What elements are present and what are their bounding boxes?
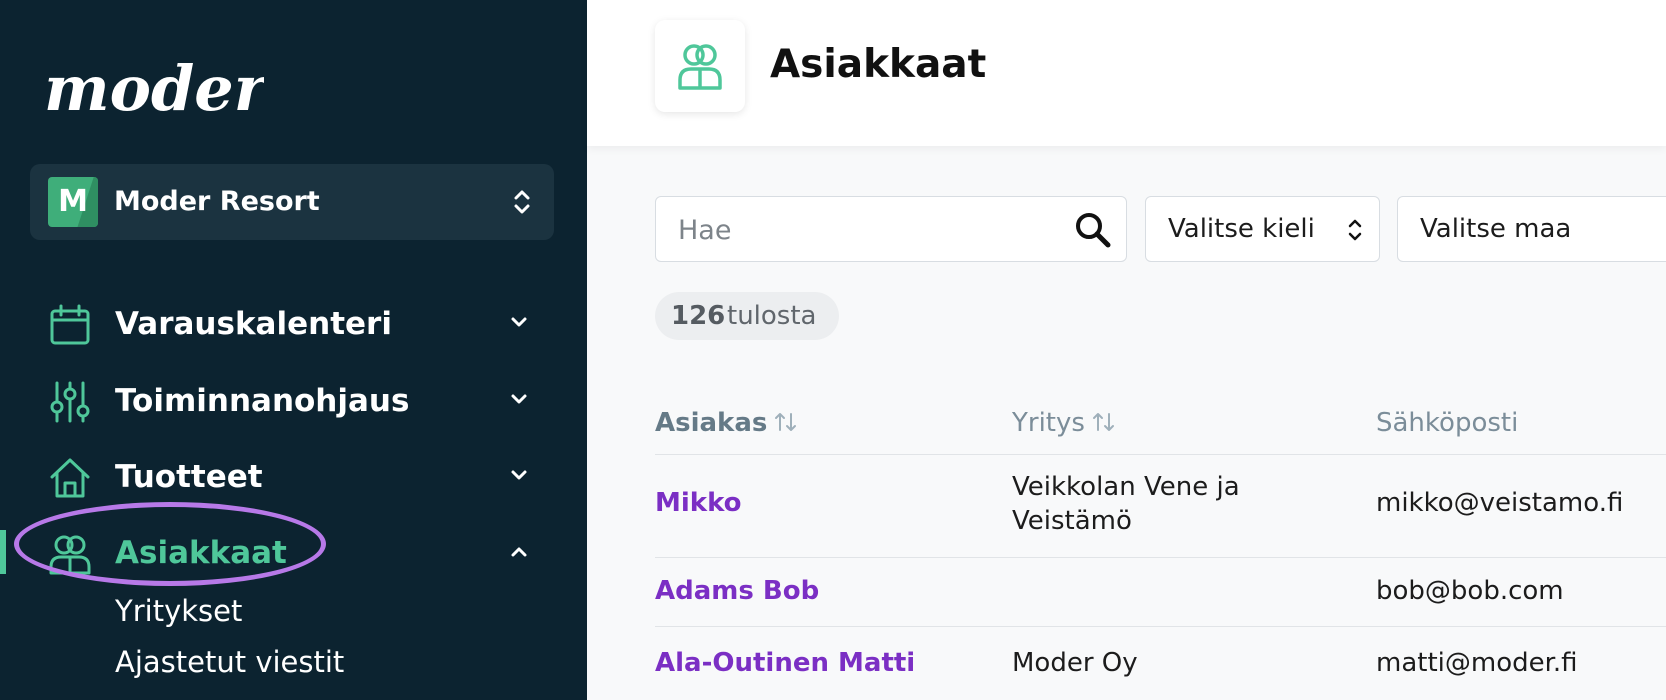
nav-label: Toiminnanohjaus: [115, 383, 410, 419]
logo-text: moder: [44, 52, 264, 125]
nav-item-asiakkaat[interactable]: Asiakkaat: [0, 522, 587, 584]
page-header: Asiakkaat: [587, 0, 1666, 146]
chevron-updown-icon: [1348, 219, 1362, 241]
users-icon: [49, 535, 91, 575]
column-header-sahkoposti: Sähköposti: [1376, 400, 1518, 446]
company-cell: Moder Oy: [1012, 648, 1138, 678]
column-header-label: Sähköposti: [1376, 408, 1519, 438]
column-header-yritys[interactable]: Yritys: [1012, 400, 1117, 446]
sliders-icon: [50, 381, 90, 423]
language-select[interactable]: Valitse kieli: [1145, 196, 1380, 262]
country-select-value: Valitse maa: [1420, 214, 1572, 244]
org-switcher[interactable]: M Moder Resort: [30, 164, 554, 240]
column-header-label: Asiakas: [655, 408, 768, 438]
customer-name-link[interactable]: Adams Bob: [655, 576, 819, 606]
result-label: tulosta: [727, 301, 817, 331]
home-icon: [50, 458, 90, 498]
divider: [655, 626, 1666, 627]
chevron-down-icon: [511, 470, 527, 480]
chevron-down-icon: [511, 317, 527, 327]
company-cell: Veikkolan Vene ja Veistämö: [1012, 472, 1240, 536]
org-badge-letter: M: [58, 184, 88, 219]
customer-name-link[interactable]: Mikko: [655, 488, 742, 518]
search-icon[interactable]: [1074, 211, 1112, 249]
nav-item-toiminnanohjaus[interactable]: Toiminnanohjaus: [0, 370, 587, 432]
moder-logo[interactable]: moder: [44, 30, 264, 130]
nav-label: Tuotteet: [115, 459, 263, 495]
sort-icon: [775, 413, 797, 431]
result-count-badge: 126 tulosta: [655, 292, 839, 340]
sidebar: moder M Moder Resort Varauskalenteri Toi…: [0, 0, 587, 700]
email-cell: matti@moder.fi: [1376, 648, 1578, 678]
divider: [655, 454, 1666, 455]
org-badge: M: [48, 177, 98, 227]
header-icon-box: [655, 20, 745, 112]
language-select-value: Valitse kieli: [1168, 214, 1315, 244]
result-count: 126: [671, 301, 726, 331]
country-select[interactable]: Valitse maa: [1397, 196, 1666, 262]
sub-item-ajastetut-viestit[interactable]: Ajastetut viestit: [115, 645, 344, 679]
sub-item-yritykset[interactable]: Yritykset: [115, 594, 242, 628]
column-header-asiakas[interactable]: Asiakas: [655, 400, 799, 446]
chevron-updown-icon: [514, 190, 530, 214]
email-cell: bob@bob.com: [1376, 576, 1564, 606]
nav-item-varauskalenteri[interactable]: Varauskalenteri: [0, 293, 587, 355]
email-cell: mikko@veistamo.fi: [1376, 488, 1624, 518]
customer-name-link[interactable]: Ala-Outinen Matti: [655, 648, 915, 678]
org-name: Moder Resort: [114, 186, 320, 217]
sort-icon: [1092, 413, 1114, 431]
page-title: Asiakkaat: [770, 42, 987, 87]
divider: [655, 557, 1666, 558]
nav-label: Varauskalenteri: [115, 306, 392, 342]
search-input[interactable]: [676, 207, 1060, 253]
nav-item-tuotteet[interactable]: Tuotteet: [0, 446, 587, 508]
search-field[interactable]: [655, 196, 1127, 262]
users-icon: [678, 44, 722, 90]
chevron-up-icon: [511, 547, 527, 557]
nav-label: Asiakkaat: [115, 535, 287, 571]
chevron-down-icon: [511, 394, 527, 404]
column-header-label: Yritys: [1012, 408, 1085, 438]
calendar-icon: [50, 304, 90, 345]
